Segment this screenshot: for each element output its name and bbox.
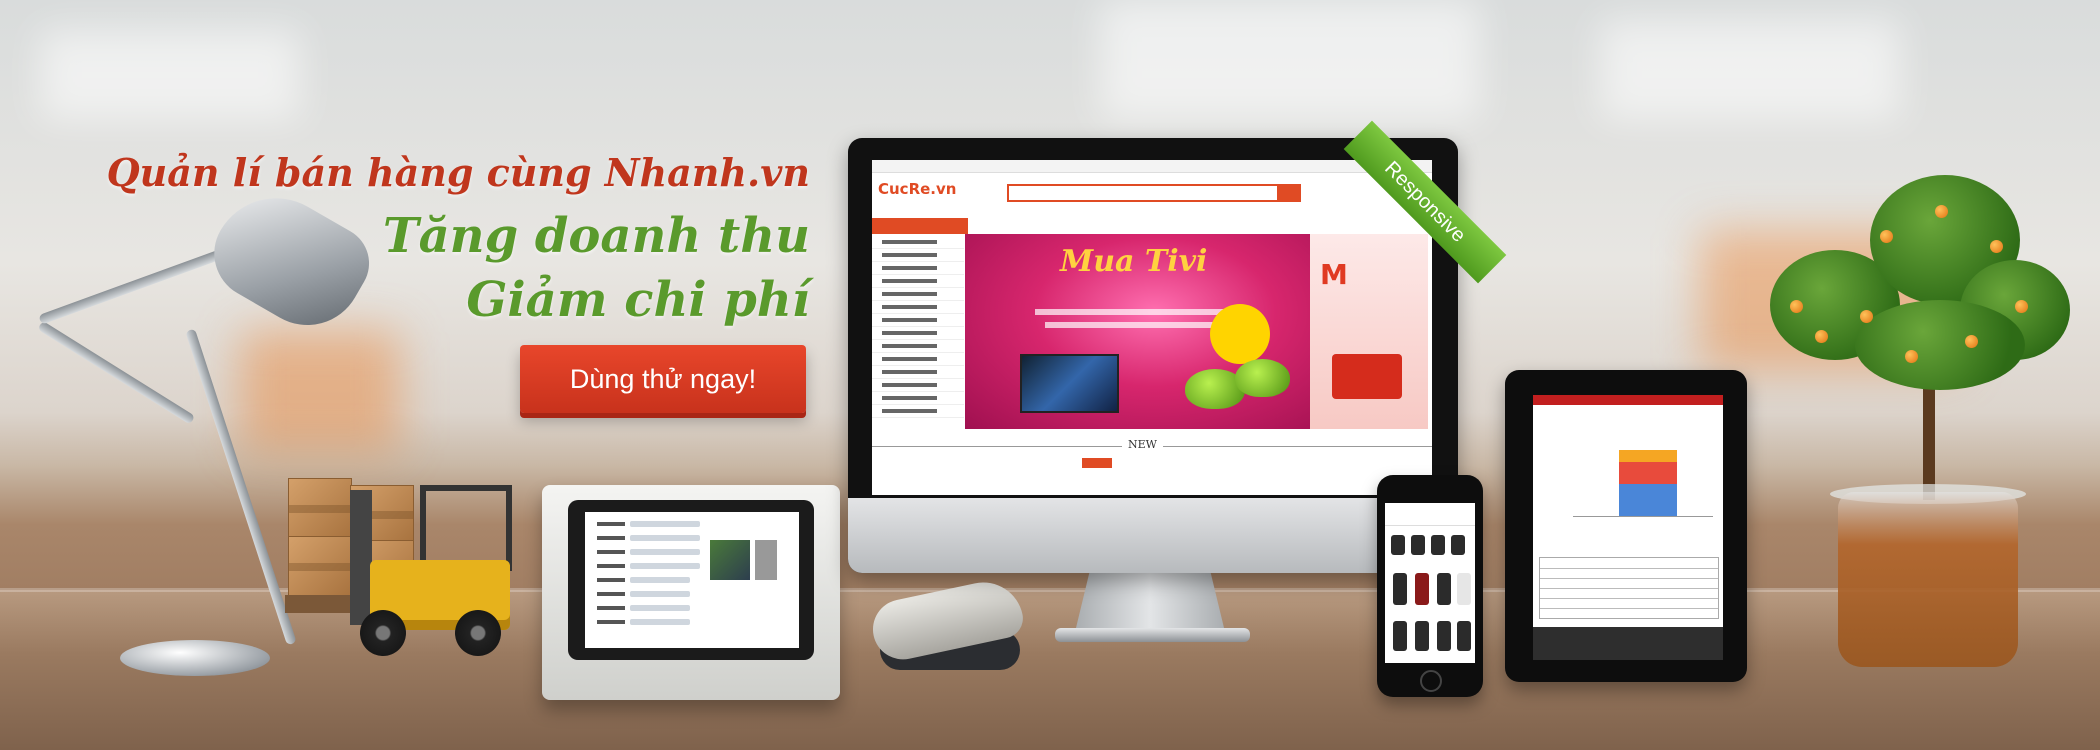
site-banner-subtitle bbox=[1035, 309, 1235, 315]
product-thumbnail bbox=[755, 540, 777, 580]
forklift-mast bbox=[350, 490, 372, 625]
try-now-button[interactable]: Dùng thử ngay! bbox=[520, 345, 806, 413]
forklift-wheel bbox=[455, 610, 501, 656]
phone-home-button bbox=[1420, 670, 1442, 692]
forklift-cage bbox=[420, 485, 512, 571]
headline-primary: Quản lí bán hàng cùng Nhanh.vn bbox=[106, 150, 810, 195]
monitor-foot bbox=[1055, 628, 1250, 642]
cardboard-box bbox=[288, 536, 352, 596]
forklift-wheel bbox=[360, 610, 406, 656]
monitor-neck bbox=[1075, 570, 1225, 632]
tablet-app-header bbox=[1533, 395, 1723, 405]
chart-bar-segment bbox=[1619, 462, 1677, 484]
hero-banner: Quản lí bán hàng cùng Nhanh.vn Tăng doan… bbox=[0, 0, 2100, 750]
lamp-arm-upper bbox=[37, 320, 196, 425]
background-window bbox=[40, 30, 300, 120]
lamp-head bbox=[197, 174, 383, 346]
tablet-data-table bbox=[1539, 557, 1719, 619]
site-logo: CucRe.vn bbox=[878, 180, 957, 198]
lamp-base bbox=[120, 640, 270, 676]
site-pot-image bbox=[1235, 359, 1290, 397]
kumquat-fruit bbox=[1990, 240, 2003, 253]
plant-pot bbox=[1838, 492, 2018, 667]
monitor-screen: CucRe.vn Mua Tivi M NEW bbox=[872, 160, 1432, 495]
site-tv-image bbox=[1020, 354, 1119, 413]
site-search-button bbox=[1277, 184, 1301, 202]
tablet-app-footer bbox=[1533, 627, 1723, 660]
ipad-stand-screen bbox=[585, 512, 799, 648]
site-hero-banner: Mua Tivi bbox=[965, 234, 1310, 495]
site-banner-title: Mua Tivi bbox=[1060, 244, 1208, 279]
background-orange-panel bbox=[240, 330, 400, 450]
site-section-title: NEW bbox=[1122, 438, 1163, 451]
site-category-menu bbox=[872, 218, 968, 234]
headline-tertiary: Giảm chi phí bbox=[466, 272, 810, 328]
cardboard-box bbox=[288, 478, 352, 538]
chart-axis bbox=[1573, 516, 1713, 517]
chart-bar-segment bbox=[1619, 450, 1677, 462]
site-price-badge bbox=[1210, 304, 1270, 364]
site-section-tab bbox=[1082, 458, 1112, 468]
monitor-chin bbox=[848, 498, 1458, 573]
kumquat-fruit bbox=[1790, 300, 1803, 313]
site-search-box bbox=[1007, 184, 1301, 202]
background-window bbox=[1600, 20, 1900, 120]
site-slider-dots bbox=[1215, 486, 1287, 495]
phone-screen bbox=[1385, 503, 1475, 663]
site-banner-subtitle bbox=[1045, 322, 1215, 328]
headline-secondary: Tăng doanh thu bbox=[382, 208, 810, 264]
desk-surface bbox=[0, 590, 2100, 750]
plant-foliage bbox=[1855, 300, 2025, 390]
tablet-screen bbox=[1533, 395, 1723, 660]
kumquat-fruit bbox=[1880, 230, 1893, 243]
kumquat-fruit bbox=[2015, 300, 2028, 313]
kumquat-fruit bbox=[1815, 330, 1828, 343]
background-window bbox=[1100, 0, 1480, 120]
chart-bar-segment bbox=[1619, 484, 1677, 516]
kumquat-fruit bbox=[1965, 335, 1978, 348]
kumquat-fruit bbox=[1905, 350, 1918, 363]
kumquat-fruit bbox=[1860, 310, 1873, 323]
phone-header bbox=[1385, 503, 1475, 526]
site-side-ad: M bbox=[1310, 234, 1428, 429]
site-truck-image bbox=[1332, 354, 1402, 399]
kumquat-fruit bbox=[1935, 205, 1948, 218]
site-top-strip bbox=[872, 160, 1432, 173]
product-thumbnail bbox=[710, 540, 750, 580]
